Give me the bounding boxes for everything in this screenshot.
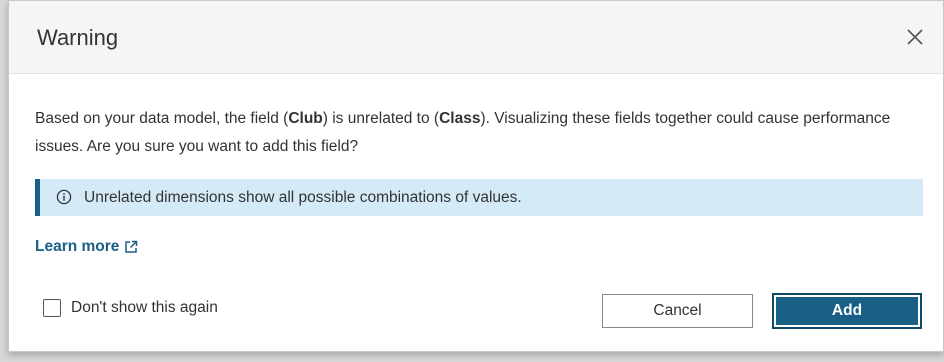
warning-dialog: Warning Based on your data model, the fi… xyxy=(8,0,944,352)
message-part-1: Based on your data model, the field ( xyxy=(35,110,289,127)
field-name: Club xyxy=(288,110,323,127)
close-icon[interactable] xyxy=(905,27,925,47)
warning-message: Based on your data model, the field (Clu… xyxy=(35,105,915,161)
external-link-icon xyxy=(124,240,138,254)
info-icon xyxy=(56,189,72,205)
dont-show-again-label[interactable]: Don't show this again xyxy=(71,299,218,317)
cancel-button[interactable]: Cancel xyxy=(602,294,753,328)
info-text: Unrelated dimensions show all possible c… xyxy=(84,189,522,206)
dialog-title: Warning xyxy=(37,25,119,50)
other-field-name: Class xyxy=(439,110,481,127)
learn-more-label: Learn more xyxy=(35,238,120,255)
dont-show-again-checkbox[interactable] xyxy=(43,299,61,317)
dont-show-again-checkbox-row[interactable]: Don't show this again xyxy=(43,299,218,317)
dialog-header: Warning xyxy=(9,1,943,74)
add-button[interactable]: Add xyxy=(773,294,921,328)
info-banner: Unrelated dimensions show all possible c… xyxy=(35,179,923,216)
message-part-2: ) is unrelated to ( xyxy=(322,110,440,127)
learn-more-link[interactable]: Learn more xyxy=(35,238,138,256)
